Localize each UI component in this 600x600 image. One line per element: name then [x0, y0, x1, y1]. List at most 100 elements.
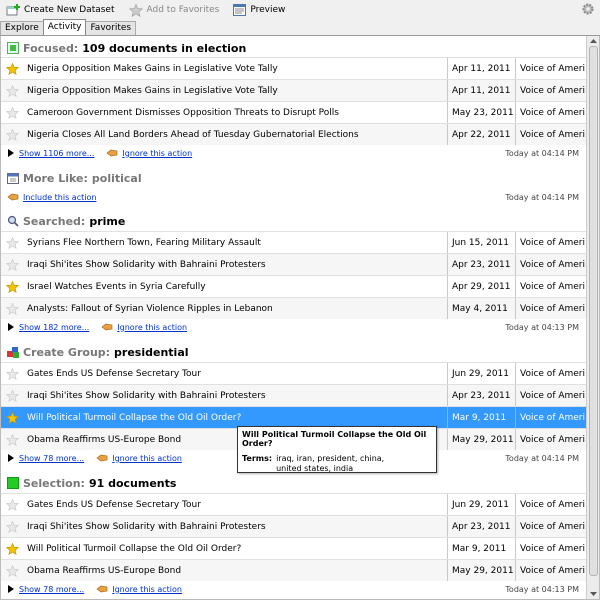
star-icon[interactable] — [1, 560, 23, 582]
document-date: May 23, 2011 — [447, 102, 515, 123]
document-row[interactable]: Nigeria Closes All Land Borders Ahead of… — [1, 123, 587, 145]
selection-actions: Show 78 more... Ignore this action Today… — [1, 581, 587, 597]
document-source: Voice of Ameri... — [515, 124, 587, 145]
preview-icon — [233, 4, 247, 16]
ignore-hand-icon — [106, 149, 118, 157]
document-row[interactable]: Will Political Turmoil Collapse the Old … — [1, 537, 587, 559]
document-source: Voice of Ameri... — [515, 385, 587, 406]
document-date: Apr 23, 2011 — [447, 254, 515, 275]
create-dataset-button[interactable]: Create New Dataset — [6, 2, 115, 18]
preview-button[interactable]: Preview — [233, 2, 285, 18]
star-icon[interactable] — [1, 516, 23, 538]
include-action-link[interactable]: Include this action — [23, 193, 96, 202]
document-source: Voice of Ameri... — [515, 58, 587, 79]
document-title: Cameroon Government Dismisses Opposition… — [27, 107, 339, 118]
star-icon[interactable] — [1, 363, 23, 385]
star-icon[interactable] — [1, 385, 23, 407]
document-source: Voice of Ameri... — [515, 494, 587, 515]
document-row[interactable]: Obama Reaffirms US-Europe Bond May 29, 20… — [1, 559, 587, 581]
document-row[interactable]: Israel Watches Events in Syria Carefully… — [1, 275, 587, 297]
show-more-link[interactable]: Show 1106 more... — [19, 149, 94, 158]
tab-bar: Explore Activity Favorites — [0, 19, 600, 36]
section-searched-header: Searched: prime — [1, 212, 587, 230]
document-title: Will Political Turmoil Collapse the Old … — [27, 412, 242, 423]
show-more-link[interactable]: Show 78 more... — [19, 585, 84, 594]
star-icon[interactable] — [1, 276, 23, 298]
document-row[interactable]: Will Political Turmoil Collapse the Old … — [1, 406, 587, 428]
star-icon[interactable] — [1, 124, 23, 146]
document-date: Apr 22, 2011 — [447, 124, 515, 145]
document-tooltip: Will Political Turmoil Collapse the Old … — [237, 426, 437, 473]
create-dataset-label: Create New Dataset — [24, 5, 115, 15]
ignore-action-link[interactable]: Ignore this action — [112, 454, 182, 463]
star-icon[interactable] — [1, 80, 23, 102]
document-source: Voice of Ameri... — [515, 429, 587, 450]
section-more-like-value: political — [91, 171, 142, 185]
show-more-link[interactable]: Show 182 more... — [19, 323, 89, 332]
document-source: Voice of Ameri... — [515, 407, 587, 428]
document-date: May 29, 2011 — [447, 560, 515, 581]
scroll-down-icon[interactable] — [589, 589, 598, 598]
document-row[interactable]: Analysts: Fallout of Syrian Violence Rip… — [1, 297, 587, 319]
document-source: Voice of Ameri... — [515, 516, 587, 537]
focused-actions: Show 1106 more... Ignore this action Tod… — [1, 145, 587, 161]
tab-activity[interactable]: Activity — [42, 19, 87, 35]
document-date: Apr 11, 2011 — [447, 58, 515, 79]
section-searched-value: prime — [89, 214, 126, 228]
scroll-up-icon[interactable] — [589, 37, 598, 46]
document-source: Voice of Ameri... — [515, 102, 587, 123]
document-date: May 29, 2011 — [447, 429, 515, 450]
tooltip-terms-label: Terms: — [242, 454, 273, 463]
scroll-thumb[interactable] — [589, 46, 598, 576]
document-row[interactable]: Syrians Flee Northern Town, Fearing Mili… — [1, 231, 587, 253]
ignore-action-link[interactable]: Ignore this action — [112, 585, 182, 594]
show-more-link[interactable]: Show 78 more... — [19, 454, 84, 463]
star-icon[interactable] — [1, 494, 23, 516]
document-date: May 4, 2011 — [447, 298, 515, 319]
star-icon[interactable] — [1, 538, 23, 560]
document-row[interactable]: Iraqi Shi'ites Show Solidarity with Bahr… — [1, 515, 587, 537]
section-create-group-label: Create Group: — [23, 345, 111, 359]
star-icon[interactable] — [1, 232, 23, 254]
tooltip-terms-value: iraq, iran, president, china, united sta… — [276, 454, 385, 473]
document-source: Voice of Ameri... — [515, 80, 587, 101]
star-icon[interactable] — [1, 407, 23, 429]
add-to-favorites-button[interactable]: Add to Favorites — [128, 2, 219, 18]
star-icon[interactable] — [1, 102, 23, 124]
document-title: Iraqi Shi'ites Show Solidarity with Bahr… — [27, 259, 266, 270]
star-icon[interactable] — [1, 254, 23, 276]
document-title: Analysts: Fallout of Syrian Violence Rip… — [27, 303, 273, 314]
ignore-action-link[interactable]: Ignore this action — [117, 323, 187, 332]
star-icon[interactable] — [1, 58, 23, 80]
tab-favorites[interactable]: Favorites — [85, 21, 137, 35]
activity-panel: Focused: 109 documents in election Niger… — [0, 36, 600, 600]
vertical-scrollbar[interactable] — [586, 36, 599, 599]
document-row[interactable]: Nigeria Opposition Makes Gains in Legisl… — [1, 79, 587, 101]
document-row[interactable]: Cameroon Government Dismisses Opposition… — [1, 101, 587, 123]
group-icon — [7, 347, 19, 358]
document-source: Voice of Ameri... — [515, 232, 587, 253]
document-date: Apr 29, 2011 — [447, 276, 515, 297]
document-row[interactable]: Gates Ends US Defense Secretary Tour Jun … — [1, 362, 587, 384]
star-icon[interactable] — [1, 429, 23, 451]
ignore-action-link[interactable]: Ignore this action — [122, 149, 192, 158]
action-timestamp: Today at 04:14 PM — [505, 453, 579, 463]
tab-explore[interactable]: Explore — [0, 21, 44, 35]
expand-triangle-icon[interactable] — [7, 585, 15, 593]
preview-label: Preview — [250, 5, 286, 15]
action-timestamp: Today at 04:14 PM — [505, 192, 579, 202]
document-row[interactable]: Iraqi Shi'ites Show Solidarity with Bahr… — [1, 384, 587, 406]
document-row[interactable]: Gates Ends US Defense Secretary Tour Jun … — [1, 493, 587, 515]
selection-square-icon — [7, 477, 19, 489]
document-date: Apr 23, 2011 — [447, 385, 515, 406]
document-row[interactable]: Iraqi Shi'ites Show Solidarity with Bahr… — [1, 253, 587, 275]
star-icon[interactable] — [1, 298, 23, 320]
document-row[interactable]: Nigeria Opposition Makes Gains in Legisl… — [1, 57, 587, 79]
section-selection-label: Selection: — [23, 476, 85, 490]
expand-triangle-icon[interactable] — [7, 454, 15, 462]
action-timestamp: Today at 04:14 PM — [505, 148, 579, 158]
expand-triangle-icon[interactable] — [7, 323, 15, 331]
gear-icon[interactable] — [582, 3, 594, 15]
expand-triangle-icon[interactable] — [7, 149, 15, 157]
document-title: Nigeria Opposition Makes Gains in Legisl… — [27, 63, 278, 74]
